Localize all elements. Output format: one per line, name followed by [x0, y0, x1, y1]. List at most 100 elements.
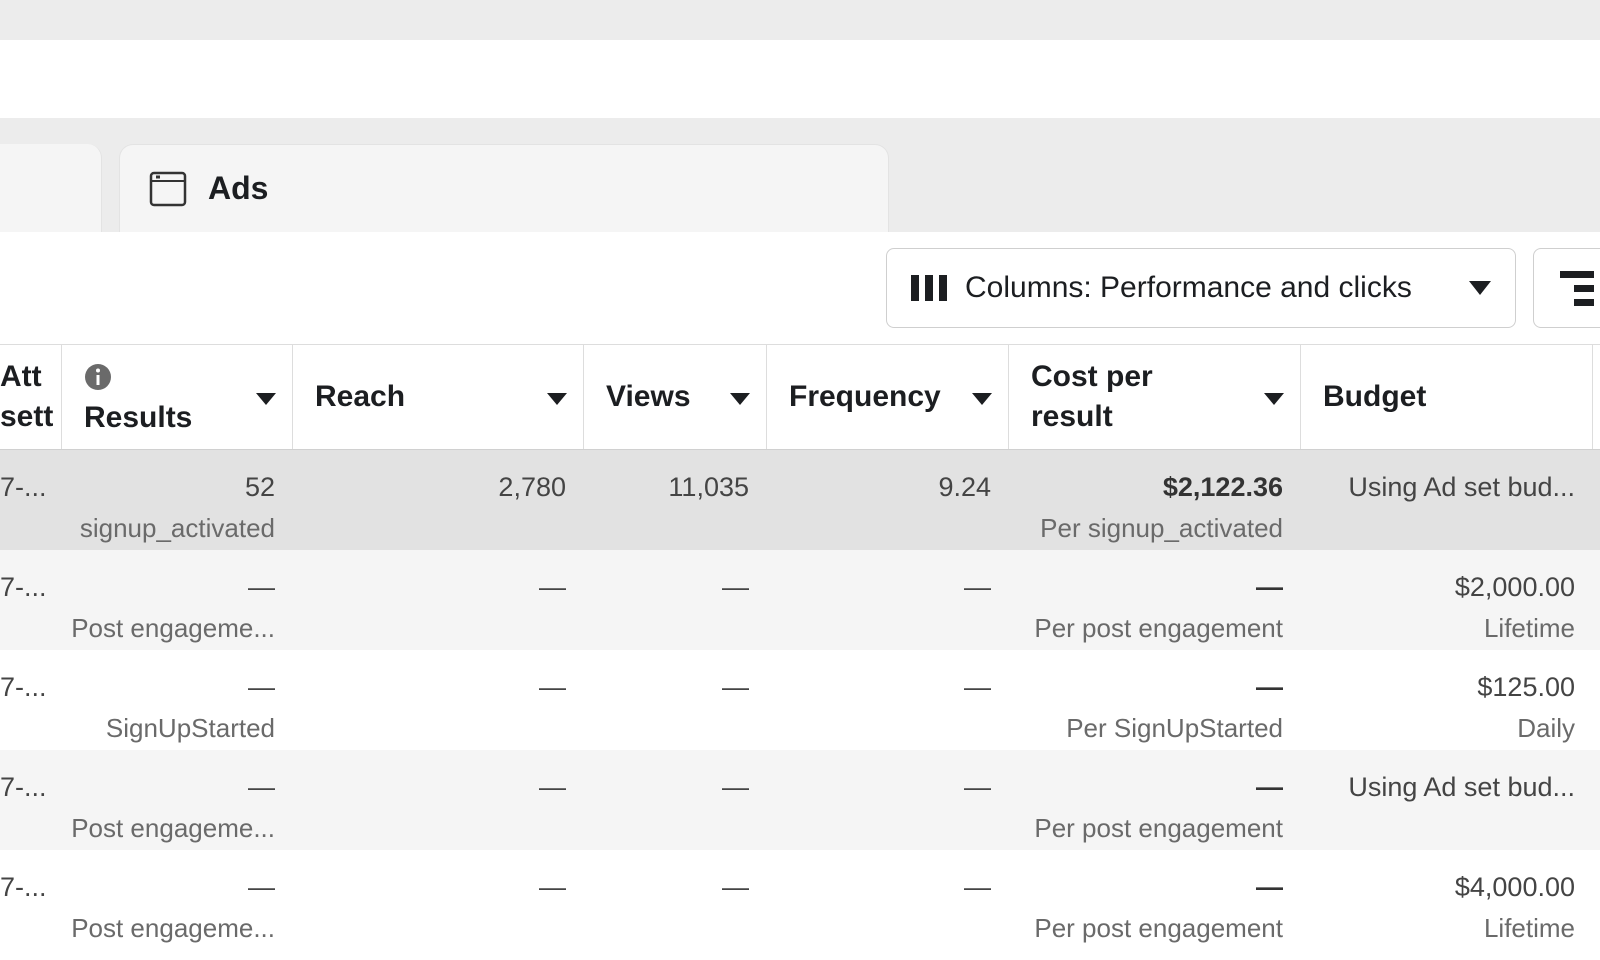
- cell-results-value: —: [248, 672, 275, 702]
- cell-frequency-value: —: [964, 872, 991, 902]
- cell-views: —: [584, 550, 767, 650]
- columns-icon: [911, 275, 947, 301]
- cell-frequency-value: —: [964, 672, 991, 702]
- cell-frequency-value: —: [964, 572, 991, 602]
- cell-reach: —: [293, 750, 584, 850]
- cell-results-value: —: [248, 772, 275, 802]
- header-budget[interactable]: Budget: [1301, 345, 1593, 449]
- cell-reach-value: —: [539, 672, 566, 702]
- cell-reach-value: 2,780: [498, 472, 566, 502]
- cell-frequency: —: [767, 750, 1009, 850]
- caret-down-icon[interactable]: [1264, 393, 1284, 405]
- cell-frequency-value: —: [964, 772, 991, 802]
- cell-budget-value: $2,000.00: [1454, 572, 1575, 602]
- cell-budget-sub: Lifetime: [1483, 913, 1575, 943]
- table-row[interactable]: 7-... — Post engageme... — — — — Per post engag…: [0, 750, 1600, 850]
- tab-ads[interactable]: Ads: [119, 144, 889, 232]
- header-reach[interactable]: Reach: [293, 345, 584, 449]
- cell-attr-value: 7-...: [0, 572, 47, 602]
- breakdown-button[interactable]: [1533, 248, 1600, 328]
- header-cost-line1: Cost per: [1031, 360, 1153, 393]
- caret-down-icon[interactable]: [972, 393, 992, 405]
- cell-reach-value: —: [539, 772, 566, 802]
- table-row[interactable]: 7-... 52 signup_activated 2,780 11,035 9.24 $2…: [0, 450, 1600, 550]
- cell-budget: Using Ad set bud...: [1301, 750, 1593, 850]
- chevron-down-icon: [1469, 281, 1491, 295]
- cell-cost: — Per post engagement: [1009, 550, 1301, 650]
- cell-results-sub: SignUpStarted: [105, 713, 275, 743]
- cell-reach: —: [293, 850, 584, 950]
- cell-cost-value: —: [1256, 772, 1283, 802]
- cell-results-sub: signup_activated: [79, 513, 275, 543]
- cell-budget-value: Using Ad set bud...: [1348, 772, 1575, 802]
- cell-cost-sub: Per post engagement: [1034, 913, 1283, 943]
- cell-results: — Post engageme...: [62, 550, 293, 650]
- header-views-label: Views: [606, 380, 691, 413]
- cell-views-value: —: [722, 672, 749, 702]
- header-results-label: Results: [84, 401, 193, 434]
- header-frequency-label: Frequency: [789, 380, 941, 413]
- breakdown-icon: [1560, 271, 1594, 306]
- cell-attr-value: 7-...: [0, 472, 47, 502]
- cell-results: 52 signup_activated: [62, 450, 293, 550]
- columns-label: Columns: Performance and clicks: [965, 271, 1412, 304]
- cell-attr-value: 7-...: [0, 772, 47, 802]
- cell-cost-sub: Per post engagement: [1034, 613, 1283, 643]
- ads-table: Att sett Results Reach Views Frequency Co…: [0, 344, 1600, 950]
- table-row[interactable]: 7-... — Post engageme... — — — — Per post engag…: [0, 550, 1600, 650]
- cell-reach: —: [293, 650, 584, 750]
- cell-views-value: 11,035: [668, 472, 749, 502]
- cell-cost-value: —: [1256, 672, 1283, 702]
- cell-views-value: —: [722, 572, 749, 602]
- table-row[interactable]: 7-... — SignUpStarted — — — — Per SignUpStarted…: [0, 650, 1600, 750]
- header-cost-per-result[interactable]: Cost per result: [1009, 345, 1301, 449]
- cell-results-sub: Post engageme...: [71, 813, 275, 843]
- cell-attr: 7-...: [0, 450, 62, 550]
- cell-results: — Post engageme...: [62, 850, 293, 950]
- cell-frequency: —: [767, 850, 1009, 950]
- cell-cost: $2,122.36 Per signup_activated: [1009, 450, 1301, 550]
- table-header-row: Att sett Results Reach Views Frequency Co…: [0, 344, 1600, 450]
- cell-budget-value: $125.00: [1477, 672, 1575, 702]
- cell-cost: — Per post engagement: [1009, 850, 1301, 950]
- cell-views-value: —: [722, 772, 749, 802]
- cell-results-value: —: [248, 572, 275, 602]
- header-attr-line1: Att: [0, 360, 42, 393]
- cell-frequency: —: [767, 650, 1009, 750]
- cell-views: —: [584, 750, 767, 850]
- cell-views-value: —: [722, 872, 749, 902]
- header-band: [0, 40, 1600, 118]
- info-icon[interactable]: [84, 363, 112, 391]
- caret-down-icon[interactable]: [256, 393, 276, 405]
- cell-budget: $2,000.00 Lifetime: [1301, 550, 1593, 650]
- cell-results: — SignUpStarted: [62, 650, 293, 750]
- header-cost-line2: result: [1031, 400, 1113, 433]
- cell-results-sub: Post engageme...: [71, 613, 275, 643]
- cell-reach-value: —: [539, 572, 566, 602]
- cell-budget-sub: Lifetime: [1483, 613, 1575, 643]
- cell-results-value: —: [248, 872, 275, 902]
- cell-budget-value: $4,000.00: [1454, 872, 1575, 902]
- columns-dropdown-button[interactable]: Columns: Performance and clicks: [886, 248, 1516, 328]
- header-frequency[interactable]: Frequency: [767, 345, 1009, 449]
- caret-down-icon[interactable]: [547, 393, 567, 405]
- top-strip: [0, 0, 1600, 40]
- cell-cost-sub: Per signup_activated: [1040, 513, 1283, 543]
- cell-frequency: 9.24: [767, 450, 1009, 550]
- header-views[interactable]: Views: [584, 345, 767, 449]
- ad-window-icon: [149, 171, 187, 206]
- tab-ads-label: Ads: [208, 170, 269, 206]
- cell-budget-sub: Daily: [1517, 713, 1575, 743]
- header-reach-label: Reach: [315, 380, 406, 413]
- cell-reach: 2,780: [293, 450, 584, 550]
- header-attribution-setting[interactable]: Att sett: [0, 345, 62, 449]
- cell-cost: — Per post engagement: [1009, 750, 1301, 850]
- cell-attr: 7-...: [0, 650, 62, 750]
- tab-ad-sets[interactable]: [0, 144, 102, 232]
- cell-reach: —: [293, 550, 584, 650]
- cell-cost-sub: Per post engagement: [1034, 813, 1283, 843]
- table-row[interactable]: 7-... — Post engageme... — — — — Per post engag…: [0, 850, 1600, 950]
- header-results[interactable]: Results: [62, 345, 293, 449]
- cell-frequency: —: [767, 550, 1009, 650]
- caret-down-icon[interactable]: [730, 393, 750, 405]
